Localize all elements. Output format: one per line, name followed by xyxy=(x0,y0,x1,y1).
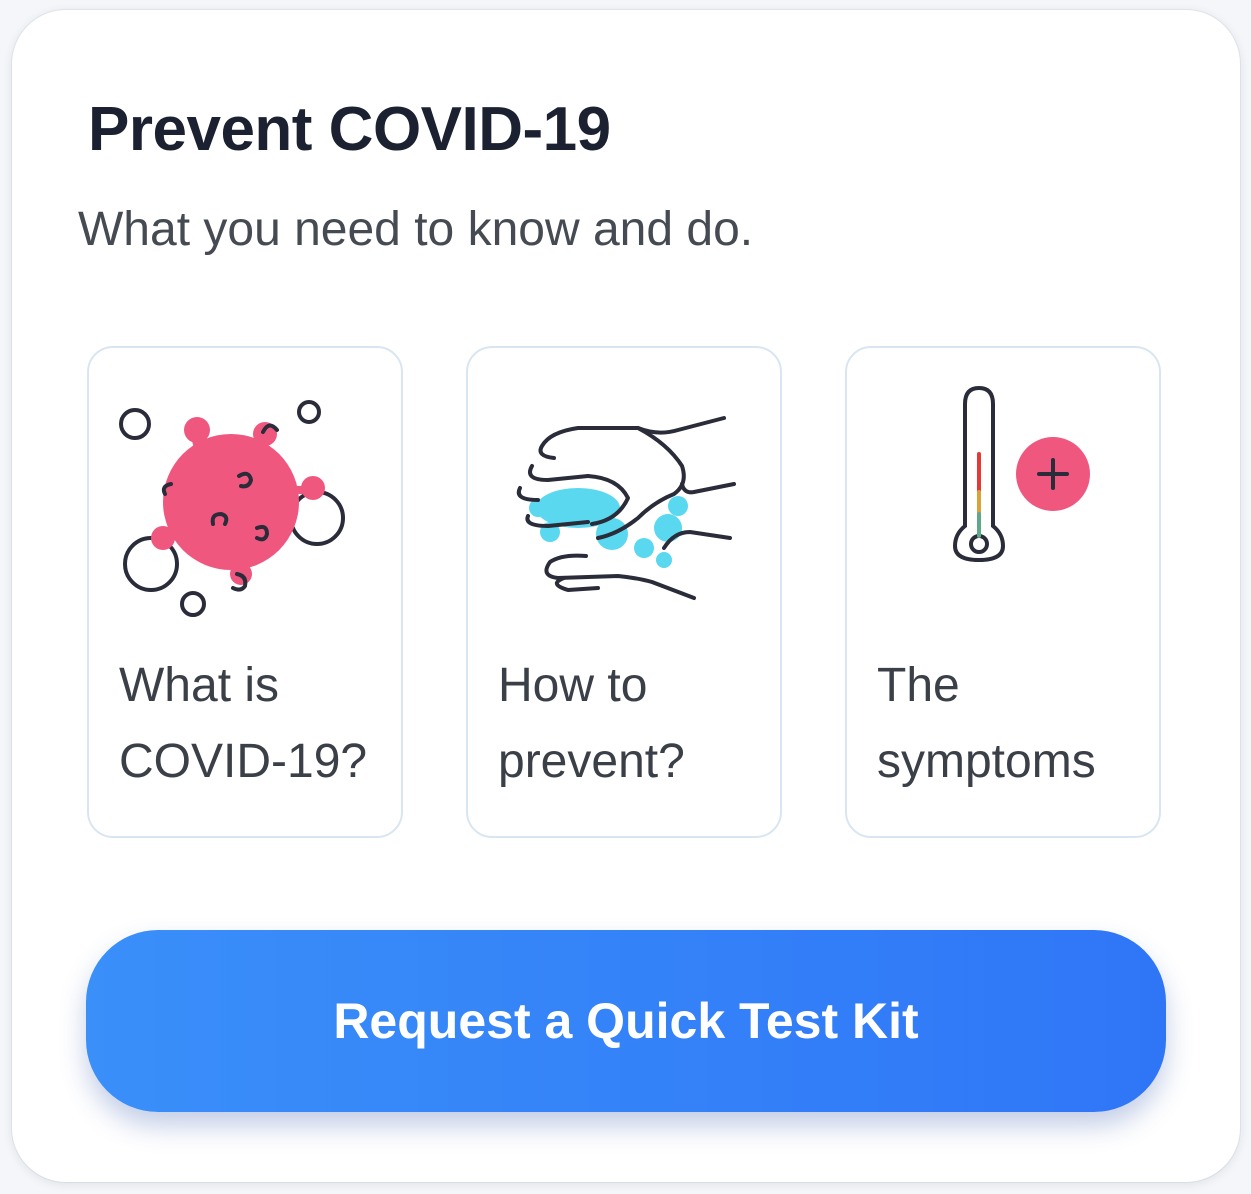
thermometer-icon xyxy=(952,385,1090,563)
tile-label: How to prevent? xyxy=(498,659,685,788)
tile-what-is-covid[interactable]: What is COVID-19? xyxy=(87,346,403,838)
card-title: Prevent COVID-19 xyxy=(88,95,611,164)
card-subtitle: What you need to know and do. xyxy=(78,203,754,256)
prevent-covid-card: Prevent COVID-19 What you need to know a… xyxy=(12,10,1240,1182)
tile-how-to-prevent[interactable]: How to prevent? xyxy=(466,346,782,838)
hand-washing-icon xyxy=(516,416,736,600)
tile-label: The symptoms xyxy=(877,659,1096,788)
request-test-kit-button[interactable]: Request a Quick Test Kit xyxy=(86,930,1166,1112)
virus-icon xyxy=(119,400,345,617)
tile-label: What is COVID-19? xyxy=(119,659,368,788)
tile-the-symptoms[interactable]: The symptoms xyxy=(845,346,1161,838)
